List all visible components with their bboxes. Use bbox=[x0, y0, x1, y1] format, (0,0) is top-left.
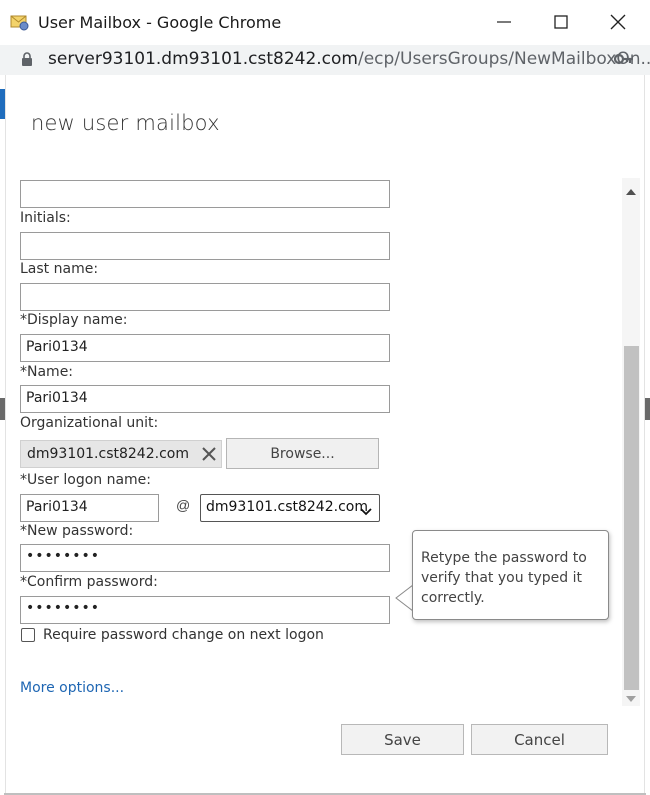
background-page-fragment bbox=[0, 398, 5, 420]
title-bar: User Mailbox - Google Chrome bbox=[0, 0, 650, 45]
organizational-unit-label: Organizational unit: bbox=[20, 415, 159, 431]
organizational-unit-value: dm93101.cst8242.com bbox=[20, 440, 222, 468]
window-frame-right bbox=[644, 75, 650, 795]
background-page-accent bbox=[0, 89, 5, 119]
display-name-label: *Display name: bbox=[20, 312, 128, 328]
minimize-icon bbox=[497, 21, 511, 23]
browse-button[interactable]: Browse... bbox=[226, 438, 379, 469]
close-icon bbox=[610, 14, 626, 30]
initials-field[interactable] bbox=[20, 232, 390, 260]
dialog-title: new user mailbox bbox=[31, 111, 220, 135]
key-icon[interactable] bbox=[613, 52, 634, 70]
url-text[interactable]: server93101.dm93101.cst8242.com/ecp/User… bbox=[48, 49, 650, 69]
new-password-label: *New password: bbox=[20, 523, 134, 539]
at-sign: @ bbox=[176, 497, 191, 513]
url-path: /ecp/UsersGroups/NewMailboxOn... bbox=[357, 49, 650, 69]
url-host: server93101.dm93101.cst8242.com bbox=[48, 49, 358, 69]
name-label: *Name: bbox=[20, 364, 74, 380]
cancel-button[interactable]: Cancel bbox=[471, 724, 608, 755]
last-name-field[interactable] bbox=[20, 283, 390, 311]
maximize-icon bbox=[554, 15, 568, 29]
scrollbar-thumb[interactable] bbox=[624, 346, 639, 690]
require-password-change-label[interactable]: Require password change on next logon bbox=[43, 627, 324, 643]
confirm-password-field[interactable]: •••••••• bbox=[20, 596, 390, 624]
clear-icon bbox=[201, 447, 216, 461]
first-name-field[interactable] bbox=[20, 180, 390, 208]
password-hint-tooltip: Retype the password to verify that you t… bbox=[412, 530, 609, 620]
name-field[interactable]: Pari0134 bbox=[20, 385, 390, 413]
lock-icon[interactable] bbox=[21, 52, 33, 71]
chevron-down-icon bbox=[360, 503, 372, 521]
display-name-field[interactable]: Pari0134 bbox=[20, 334, 390, 362]
confirm-password-label: *Confirm password: bbox=[20, 574, 158, 590]
clear-ou-button[interactable] bbox=[195, 440, 222, 468]
new-password-field[interactable]: •••••••• bbox=[20, 544, 390, 572]
background-page-fragment-right bbox=[645, 398, 650, 420]
mailbox-app-icon bbox=[10, 12, 30, 32]
scroll-up-arrow-icon[interactable] bbox=[625, 183, 637, 201]
minimize-button[interactable] bbox=[484, 8, 524, 36]
scroll-down-arrow-icon[interactable] bbox=[625, 690, 637, 708]
initials-label: Initials: bbox=[20, 210, 71, 226]
more-options-link[interactable]: More options... bbox=[20, 680, 124, 696]
window-title: User Mailbox - Google Chrome bbox=[38, 13, 282, 32]
user-logon-name-label: *User logon name: bbox=[20, 472, 152, 488]
window-frame-left bbox=[0, 75, 6, 795]
domain-select[interactable]: dm93101.cst8242.com bbox=[200, 494, 380, 522]
user-logon-name-field[interactable]: Pari0134 bbox=[20, 494, 159, 522]
maximize-button[interactable] bbox=[541, 8, 581, 36]
save-button[interactable]: Save bbox=[341, 724, 464, 755]
last-name-label: Last name: bbox=[20, 261, 99, 277]
close-window-button[interactable] bbox=[598, 8, 638, 36]
require-password-change-checkbox[interactable] bbox=[21, 628, 35, 642]
